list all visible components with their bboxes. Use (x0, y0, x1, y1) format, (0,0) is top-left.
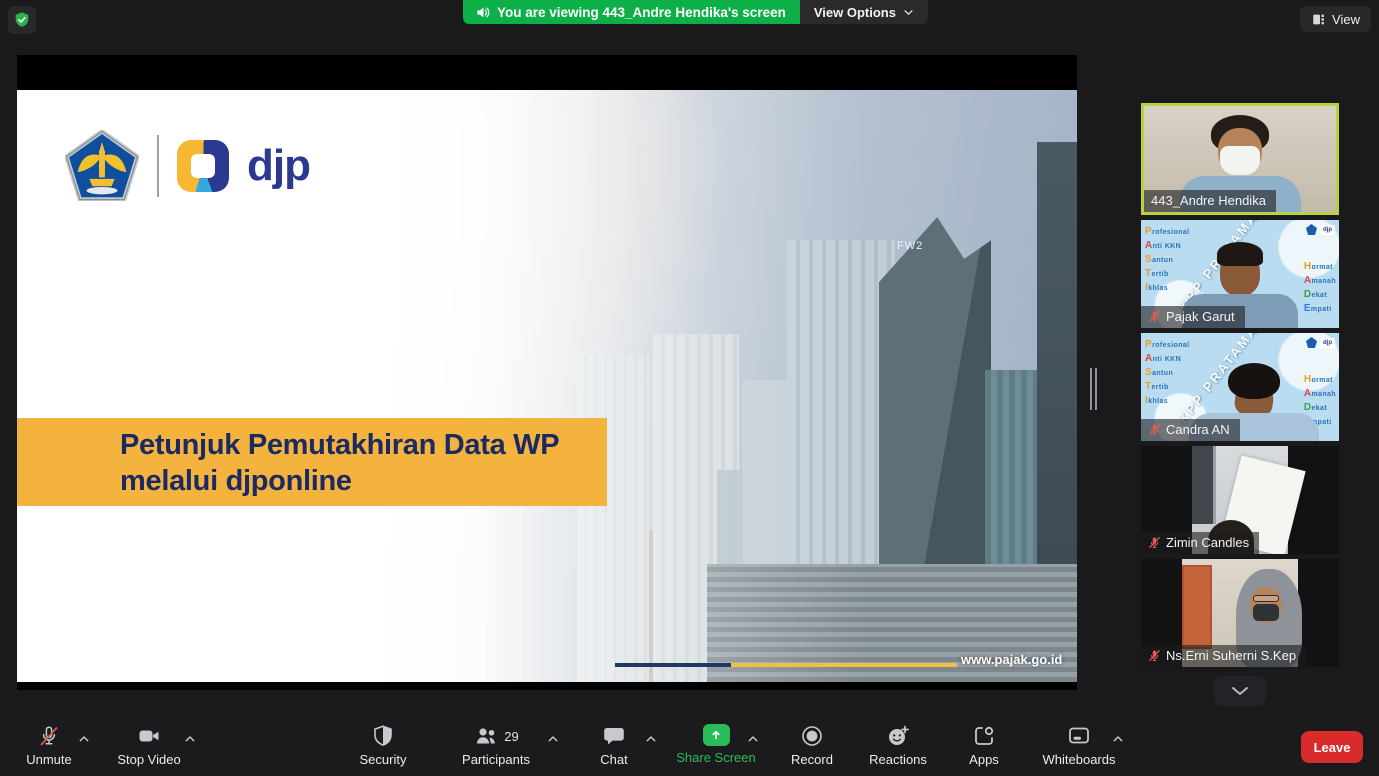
kpp-values-right: Hormat Amanah Dekat Empati (1304, 260, 1336, 316)
leave-button[interactable]: Leave (1301, 731, 1363, 763)
presentation-slide: FW2 djp Petunjuk Pemutakhiran Data WP me… (17, 90, 1077, 682)
panel-resize-handle[interactable] (1090, 368, 1100, 410)
viewing-banner-text-area: You are viewing 443_Andre Hendika's scre… (463, 0, 800, 24)
participant-name: Pajak Garut (1166, 309, 1235, 324)
slide-title-banner: Petunjuk Pemutakhiran Data WP melalui dj… (17, 418, 607, 506)
view-options-label: View Options (814, 5, 896, 20)
share-options-chevron[interactable] (745, 731, 761, 745)
participant-nameplate: Pajak Garut (1141, 306, 1245, 328)
video-camera-icon (137, 724, 161, 748)
participant-nameplate: 443_Andre Hendika (1144, 190, 1276, 212)
meeting-toolbar: Unmute Stop Video Security 29 P (0, 718, 1379, 776)
kemenkeu-mini-logo (1306, 337, 1317, 348)
record-button[interactable]: Record (764, 724, 860, 767)
kpp-mini-logos: djp (1306, 224, 1335, 235)
record-label: Record (791, 752, 833, 767)
participants-label: Participants (462, 752, 530, 767)
kemenkeu-logo (65, 130, 139, 201)
speaker-icon (475, 5, 490, 20)
viewing-banner: You are viewing 443_Andre Hendika's scre… (463, 0, 928, 24)
muted-mic-icon (37, 724, 61, 748)
slide-accent-bar-navy (615, 663, 731, 667)
slide-logos: djp (65, 130, 310, 201)
participants-icon (473, 724, 499, 748)
video-tile-candra-an[interactable]: KPP PRATAMA Profesional Anti KKN Santun … (1141, 333, 1339, 441)
djp-logo-text: djp (247, 140, 310, 192)
apps-icon (972, 724, 996, 748)
muted-mic-icon (1148, 310, 1161, 323)
more-participants-button[interactable] (1214, 676, 1266, 706)
whiteboards-icon (1067, 724, 1091, 748)
participant-nameplate: Ns.Erni Suherni S.Kep (1141, 645, 1306, 667)
security-shield-icon (371, 724, 395, 748)
djp-mini-logo: djp (1320, 338, 1335, 348)
kpp-values-left: Profesional Anti KKN Santun Tertib Ikhla… (1145, 225, 1190, 295)
muted-mic-icon (1148, 649, 1161, 662)
video-tile-zimin-candles[interactable]: Zimin Candles (1141, 446, 1339, 554)
stop-video-label: Stop Video (117, 752, 180, 767)
kemenkeu-mini-logo (1306, 224, 1317, 235)
muted-mic-icon (1148, 423, 1161, 436)
unmute-label: Unmute (26, 752, 72, 767)
muted-mic-icon (1148, 536, 1161, 549)
djp-mini-logo: djp (1320, 225, 1335, 235)
record-icon (800, 724, 824, 748)
participant-nameplate: Candra AN (1141, 419, 1240, 441)
participant-name: Candra AN (1166, 422, 1230, 437)
participant-name: 443_Andre Hendika (1151, 193, 1266, 208)
whiteboards-label: Whiteboards (1043, 752, 1116, 767)
viewing-banner-label: You are viewing 443_Andre Hendika's scre… (497, 5, 786, 20)
kpp-values-left: Profesional Anti KKN Santun Tertib Ikhla… (1145, 338, 1190, 408)
participants-button[interactable]: 29 Participants (448, 724, 544, 767)
participant-nameplate: Zimin Candles (1141, 532, 1259, 554)
apps-label: Apps (969, 752, 999, 767)
view-button-label: View (1332, 12, 1360, 27)
participant-name: Zimin Candles (1166, 535, 1249, 550)
video-tile-erni-suherni[interactable]: Ns.Erni Suherni S.Kep (1141, 559, 1339, 667)
chat-label: Chat (600, 752, 627, 767)
mic-options-chevron[interactable] (76, 731, 92, 745)
participants-count: 29 (504, 729, 518, 744)
participants-panel: 443_Andre Hendika KPP PRATAMA Profesiona… (1141, 103, 1339, 706)
shared-screen-region: FW2 djp Petunjuk Pemutakhiran Data WP me… (17, 55, 1077, 690)
share-screen-label: Share Screen (676, 750, 756, 765)
view-button[interactable]: View (1300, 6, 1371, 32)
slide-title-line2: melalui djponline (120, 463, 607, 499)
apps-button[interactable]: Apps (936, 724, 1032, 767)
chevron-down-icon (1229, 684, 1251, 698)
video-tile-andre-hendika[interactable]: 443_Andre Hendika (1141, 103, 1339, 215)
participant-name: Ns.Erni Suherni S.Kep (1166, 648, 1296, 663)
logo-divider (157, 135, 159, 197)
kpp-mini-logos: djp (1306, 337, 1335, 348)
chevron-down-icon (903, 7, 914, 18)
video-options-chevron[interactable] (182, 731, 198, 745)
whiteboards-options-chevron[interactable] (1110, 731, 1126, 745)
view-layout-icon (1311, 12, 1326, 27)
view-options-button[interactable]: View Options (800, 0, 928, 24)
share-screen-icon (703, 724, 730, 746)
djp-logo-icon (177, 140, 229, 192)
chat-options-chevron[interactable] (643, 731, 659, 745)
reactions-label: Reactions (869, 752, 927, 767)
chat-bubble-icon (602, 724, 626, 748)
slide-title-line1: Petunjuk Pemutakhiran Data WP (120, 427, 607, 463)
reactions-smiley-icon (886, 724, 910, 748)
security-button[interactable]: Security (335, 724, 431, 767)
participants-options-chevron[interactable] (545, 731, 561, 745)
video-tile-pajak-garut[interactable]: KPP PRATAMA Profesional Anti KKN Santun … (1141, 220, 1339, 328)
reactions-button[interactable]: Reactions (850, 724, 946, 767)
slide-website-text: www.pajak.go.id (961, 652, 1062, 667)
shield-check-icon (13, 11, 31, 29)
security-label: Security (360, 752, 407, 767)
security-shield-button[interactable] (8, 6, 36, 34)
slide-accent-bar-yellow (731, 663, 957, 667)
